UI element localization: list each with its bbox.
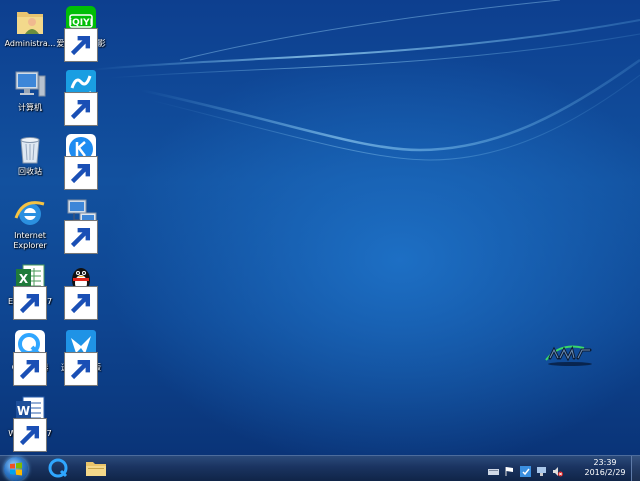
kingsoft-antivirus-icon [64, 68, 98, 126]
desktop-icon-word[interactable]: WWord 2007 [4, 394, 56, 452]
kugou-icon [64, 132, 98, 190]
shortcut-arrow-icon [64, 92, 98, 126]
word-icon: W [13, 394, 47, 452]
desktop-icon-label: Internet Explorer [13, 231, 47, 250]
desktop-icon-label: 计算机 [18, 103, 42, 112]
svg-text:iQIYI: iQIYI [69, 18, 93, 28]
shortcut-arrow-icon [64, 28, 98, 62]
taskbar: 23:39 2016/2/29 [0, 455, 640, 481]
oem-logo [545, 345, 592, 366]
clock-date: 2016/2/29 [584, 468, 626, 477]
taskbar-clock[interactable]: 23:39 2016/2/29 [584, 458, 626, 478]
svg-text:X: X [19, 272, 29, 286]
computer-icon [13, 68, 47, 102]
qq-penguin-icon [64, 262, 98, 320]
taskbar-explorer[interactable] [78, 458, 114, 479]
flag-icon[interactable] [504, 462, 515, 476]
desktop-icon-kingsoft-antivirus[interactable]: 金山毒霸 [55, 68, 107, 126]
shortcut-arrow-icon [13, 286, 47, 320]
desktop-icon-qq-browser[interactable]: QQ浏览器 [4, 328, 56, 386]
security-icon[interactable] [520, 462, 531, 477]
shortcut-arrow-icon [64, 286, 98, 320]
taskbar-qq-browser[interactable] [40, 458, 76, 479]
xunlei-icon [64, 328, 98, 386]
windows-start-icon [10, 462, 22, 476]
keyboard-icon[interactable] [488, 462, 499, 475]
desktop-icon-excel[interactable]: XExcel 2007 [4, 262, 56, 320]
iqiyi-icon: iQIYI [64, 4, 98, 62]
excel-icon: X [13, 262, 47, 320]
desktop-icon-label: Administra... [4, 39, 56, 48]
broadband-connection-icon [64, 196, 98, 254]
qq-browser-icon [48, 458, 68, 478]
desktop-icon-qq[interactable]: 腾讯QQ [55, 262, 107, 320]
recycle-bin-icon [13, 132, 47, 166]
clock-time: 23:39 [593, 458, 617, 467]
desktop-icon-recycle-bin[interactable]: 回收站 [4, 132, 56, 177]
desktop-icon-administrator[interactable]: Administra... [4, 4, 56, 49]
qq-browser-icon [13, 328, 47, 386]
shortcut-arrow-icon [64, 156, 98, 190]
desktop-icon-label: 回收站 [18, 167, 42, 176]
shortcut-arrow-icon [13, 418, 47, 452]
desktop[interactable]: Administra...iQIYI爱奇艺PPS 影音计算机 金山毒霸回收站 酷狗音… [0, 0, 640, 455]
folder-icon [86, 462, 106, 476]
shortcut-arrow-icon [64, 220, 98, 254]
internet-explorer-icon [13, 196, 47, 230]
network-icon[interactable] [536, 462, 547, 476]
desktop-icon-internet-explorer[interactable]: Internet Explorer [4, 196, 56, 251]
desktop-icon-broadband[interactable]: 宽带连接 [55, 196, 107, 254]
show-desktop-button[interactable] [631, 456, 640, 481]
desktop-icon-kugou[interactable]: 酷狗音乐 [55, 132, 107, 190]
desktop-icon-iqiyi[interactable]: iQIYI爱奇艺PPS 影音 [55, 4, 107, 62]
volume-mute-icon[interactable] [552, 462, 563, 477]
desktop-icon-xunlei[interactable]: 迅雷极速版 [55, 328, 107, 386]
shortcut-arrow-icon [13, 352, 47, 386]
shortcut-arrow-icon [64, 352, 98, 386]
start-button[interactable] [4, 457, 28, 481]
desktop-icon-computer[interactable]: 计算机 [4, 68, 56, 113]
svg-text:W: W [17, 404, 30, 418]
system-tray: 23:39 2016/2/29 [480, 456, 640, 481]
user-folder-icon [13, 4, 47, 38]
